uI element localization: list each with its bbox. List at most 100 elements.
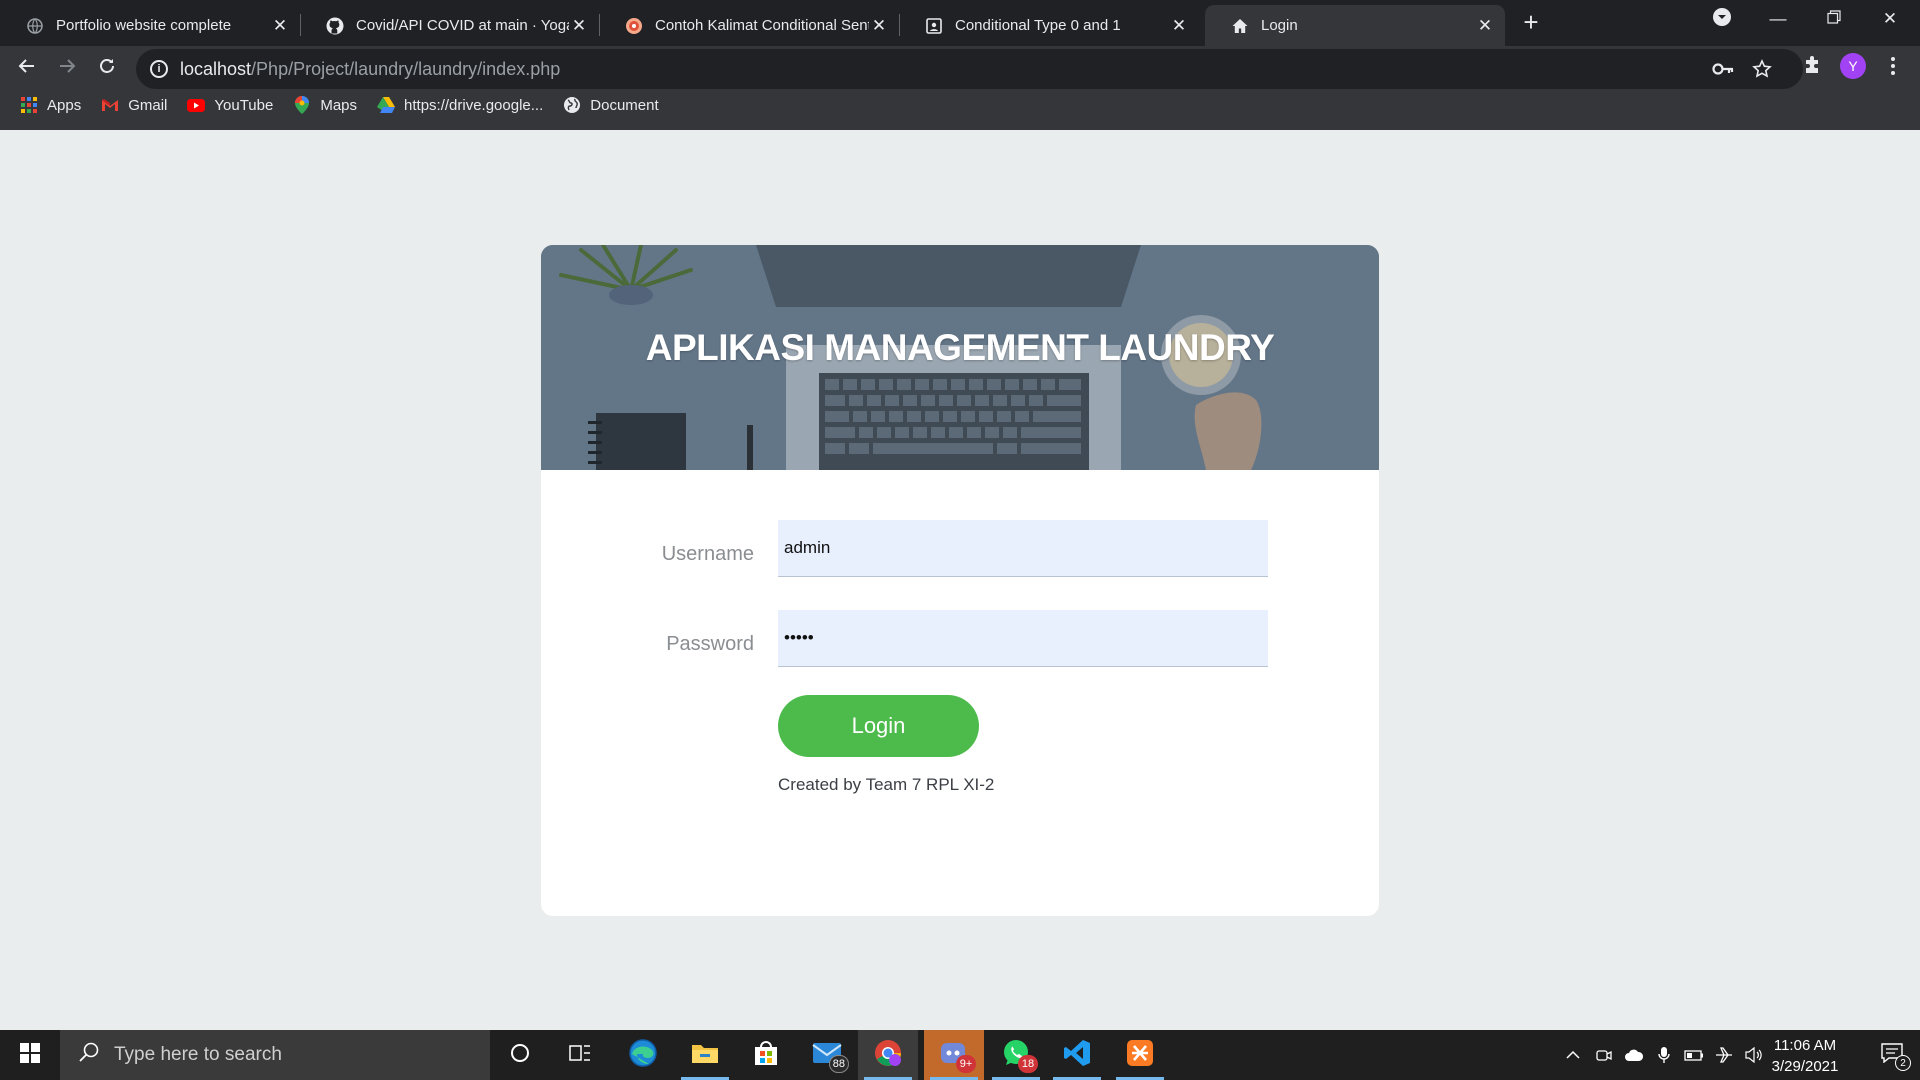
info-icon[interactable]: i	[150, 60, 168, 78]
close-icon: ✕	[1882, 9, 1898, 28]
airplane-mode-icon[interactable]	[1714, 1045, 1734, 1065]
taskbar-clock[interactable]: 11:06 AM 3/29/2021	[1765, 1035, 1845, 1077]
close-window-button[interactable]: ✕	[1862, 0, 1918, 38]
windows-logo-icon	[20, 1042, 40, 1068]
restore-button[interactable]	[1806, 0, 1862, 38]
menu-button[interactable]	[1874, 50, 1912, 88]
login-card: APLIKASI MANAGEMENT LAUNDRY Username Pas…	[541, 245, 1379, 916]
task-view-button[interactable]	[550, 1030, 610, 1080]
globe-icon	[26, 17, 44, 35]
tab-conditional-sentence[interactable]: Contoh Kalimat Conditional Sent ✕	[599, 5, 899, 46]
edge-icon	[628, 1038, 658, 1073]
drive-icon	[377, 96, 396, 114]
search-placeholder: Type here to search	[114, 1044, 282, 1065]
maps-icon	[293, 96, 311, 114]
clock-date: 3/29/2021	[1771, 1058, 1839, 1075]
new-tab-button[interactable]: +	[1517, 9, 1545, 37]
bookmark-document[interactable]: Document	[563, 96, 659, 114]
tab-conditional-type[interactable]: Conditional Type 0 and 1 ✕	[899, 5, 1199, 46]
taskbar-app-discord[interactable]: 9+	[924, 1030, 984, 1080]
youtube-icon	[187, 96, 206, 114]
bookmark-youtube[interactable]: YouTube	[187, 96, 273, 114]
username-label: Username	[661, 543, 754, 565]
close-tab-icon[interactable]: ✕	[1169, 16, 1189, 36]
bookmark-label: https://drive.google...	[404, 96, 544, 114]
taskbar-search-box[interactable]: Type here to search	[60, 1030, 490, 1080]
extensions-button[interactable]	[1793, 50, 1831, 88]
arrow-left-icon	[17, 56, 37, 82]
url-text: localhost/Php/Project/laundry/laundry/in…	[180, 58, 561, 79]
tab-title: Contoh Kalimat Conditional Sent	[655, 17, 869, 34]
start-button[interactable]	[0, 1030, 60, 1080]
close-tab-icon[interactable]: ✕	[569, 16, 589, 36]
folder-icon	[691, 1041, 719, 1070]
taskbar-app-whatsapp[interactable]: 18	[986, 1030, 1046, 1080]
vscode-icon	[1063, 1039, 1091, 1072]
login-button[interactable]: Login	[778, 695, 979, 757]
battery-icon[interactable]	[1684, 1045, 1704, 1065]
forward-button[interactable]	[48, 50, 86, 88]
taskbar-app-mail[interactable]: 88	[797, 1030, 857, 1080]
star-icon[interactable]	[1752, 59, 1772, 84]
page-title: APLIKASI MANAGEMENT LAUNDRY	[645, 327, 1275, 368]
store-bag-icon	[753, 1040, 779, 1071]
address-bar[interactable]: i localhost/Php/Project/laundry/laundry/…	[136, 49, 1803, 89]
back-button[interactable]	[8, 50, 46, 88]
arrow-right-icon	[57, 56, 77, 82]
whatsapp-badge: 18	[1018, 1055, 1038, 1073]
taskbar-app-file-explorer[interactable]	[675, 1030, 735, 1080]
profile-avatar[interactable]: Y	[1840, 53, 1866, 79]
action-center-button[interactable]: 2	[1866, 1030, 1920, 1080]
mail-badge: 88	[828, 1055, 849, 1073]
key-icon[interactable]	[1712, 61, 1734, 82]
bookmark-gmail[interactable]: Gmail	[101, 96, 167, 114]
password-input[interactable]	[778, 610, 1268, 667]
taskbar-app-store[interactable]	[736, 1030, 796, 1080]
header-banner: APLIKASI MANAGEMENT LAUNDRY	[541, 245, 1379, 470]
reload-icon	[97, 56, 117, 82]
onedrive-cloud-icon[interactable]	[1624, 1045, 1644, 1065]
bookmark-apps[interactable]: Apps	[20, 96, 81, 114]
reload-button[interactable]	[88, 50, 126, 88]
task-view-icon	[569, 1043, 591, 1068]
close-tab-icon[interactable]: ✕	[270, 16, 290, 36]
bookmark-label: YouTube	[214, 96, 274, 114]
minimize-button[interactable]: ―	[1750, 0, 1806, 38]
close-tab-icon[interactable]: ✕	[1475, 16, 1495, 36]
windows-taskbar: Type here to search 88 9+ 18 11:06 AM 3/…	[0, 1030, 1920, 1080]
chrome-icon	[873, 1038, 903, 1073]
taskbar-app-vscode[interactable]	[1047, 1030, 1107, 1080]
show-hidden-icons-chevron-up-icon[interactable]	[1563, 1045, 1583, 1065]
tab-title: Portfolio website complete	[56, 17, 232, 34]
tab-portfolio[interactable]: Portfolio website complete ✕	[0, 5, 300, 46]
cortana-circle-icon	[510, 1043, 530, 1068]
chevron-down-circle-icon	[1712, 7, 1732, 32]
microphone-icon[interactable]	[1654, 1045, 1674, 1065]
page-viewport: APLIKASI MANAGEMENT LAUNDRY Username Pas…	[0, 130, 1920, 1030]
meet-now-icon[interactable]	[1594, 1045, 1614, 1065]
minimize-icon: ―	[1769, 9, 1787, 28]
password-label: Password	[666, 633, 754, 655]
taskbar-app-chrome[interactable]	[858, 1030, 918, 1080]
restore-icon	[1827, 9, 1841, 29]
taskbar-app-xampp[interactable]	[1110, 1030, 1170, 1080]
tab-strip: Portfolio website complete ✕ Covid/API C…	[0, 0, 1920, 46]
tab-login[interactable]: Login ✕	[1205, 5, 1505, 46]
search-icon	[78, 1041, 100, 1069]
apps-grid-icon	[20, 96, 38, 114]
clock-time: 11:06 AM	[1773, 1037, 1837, 1054]
globe-icon	[563, 96, 581, 114]
taskbar-app-edge[interactable]	[613, 1030, 673, 1080]
tab-search-button[interactable]	[1694, 0, 1750, 38]
xampp-icon	[1126, 1039, 1154, 1072]
bookmark-drive[interactable]: https://drive.google...	[377, 96, 543, 114]
cortana-button[interactable]	[490, 1030, 550, 1080]
close-tab-icon[interactable]: ✕	[869, 16, 889, 36]
bookmark-label: Maps	[320, 96, 358, 114]
bookmark-maps[interactable]: Maps	[293, 96, 357, 114]
site-icon	[625, 17, 643, 35]
bookmark-label: Document	[590, 96, 659, 114]
volume-icon[interactable]	[1744, 1045, 1764, 1065]
username-input[interactable]	[778, 520, 1268, 577]
tab-github[interactable]: Covid/API COVID at main · Yogap ✕	[300, 5, 599, 46]
